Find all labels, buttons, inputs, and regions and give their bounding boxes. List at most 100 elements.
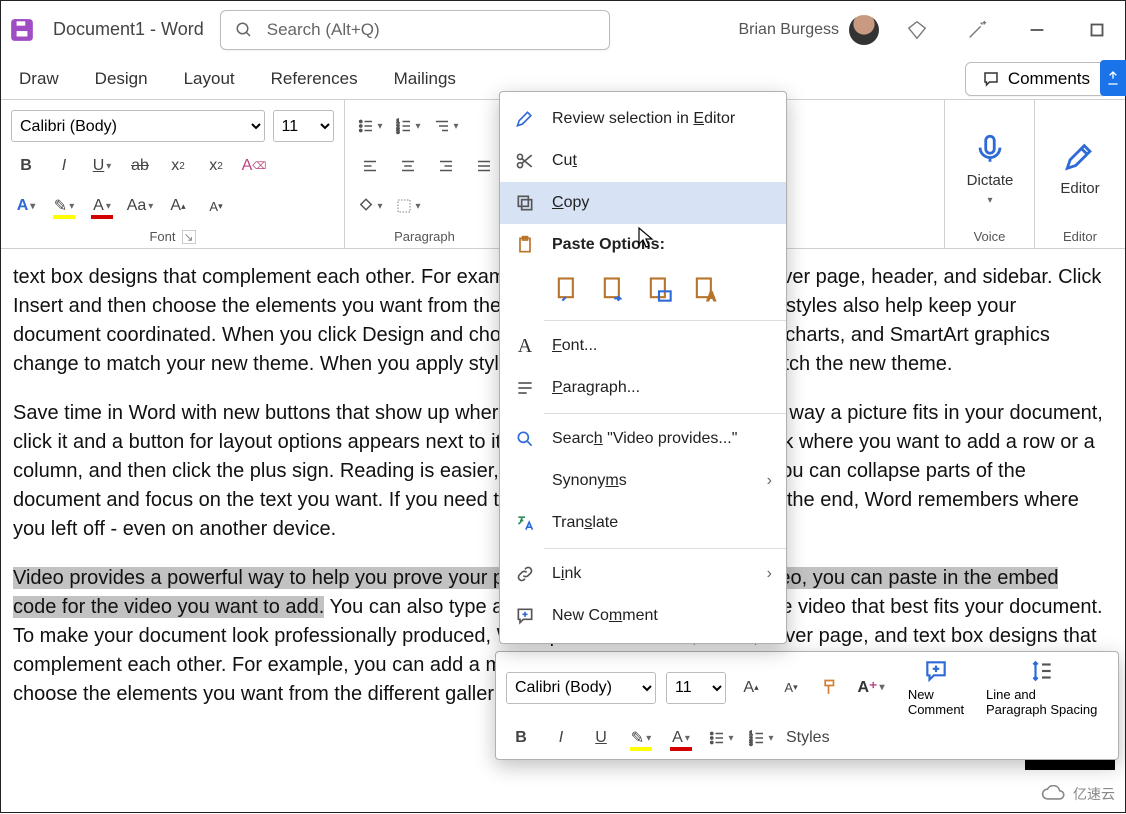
font-size-combo[interactable]: 11 bbox=[273, 110, 334, 142]
mini-format-painter[interactable] bbox=[816, 673, 846, 703]
mini-shrink-font[interactable]: A▾ bbox=[776, 673, 806, 703]
translate-icon bbox=[514, 513, 536, 533]
mini-bullets[interactable]: ▾ bbox=[706, 723, 736, 753]
paste-icon bbox=[514, 235, 536, 255]
paste-keep-source-button[interactable] bbox=[550, 272, 584, 306]
superscript-button[interactable]: x2 bbox=[201, 151, 231, 181]
tab-draw[interactable]: Draw bbox=[19, 69, 59, 89]
save-icon[interactable] bbox=[7, 15, 37, 45]
user-name: Brian Burgess bbox=[739, 21, 840, 39]
mini-line-spacing[interactable]: Line andParagraph Spacing bbox=[986, 658, 1097, 717]
paste-options-row: A bbox=[500, 266, 786, 316]
italic-button[interactable]: I bbox=[49, 151, 79, 181]
subscript-button[interactable]: x2 bbox=[163, 151, 193, 181]
borders-button[interactable]: ▾ bbox=[393, 191, 423, 221]
copy-icon bbox=[514, 193, 536, 213]
share-button[interactable] bbox=[1100, 60, 1126, 96]
text-effects-button[interactable]: A▾ bbox=[11, 191, 41, 221]
cm-copy[interactable]: Copy bbox=[500, 182, 786, 224]
cm-font[interactable]: A Font... bbox=[500, 325, 786, 367]
shading-button[interactable]: ▾ bbox=[355, 191, 385, 221]
search-icon bbox=[514, 429, 536, 449]
cm-new-comment[interactable]: New Comment bbox=[500, 595, 786, 637]
clear-formatting-button[interactable]: A⌫ bbox=[239, 151, 269, 181]
font-color-button[interactable]: A▾ bbox=[87, 191, 117, 221]
font-group: Calibri (Body) 11 B I U▾ ab x2 x2 A⌫ A▾ … bbox=[1, 100, 345, 248]
multilevel-list-button[interactable]: ▾ bbox=[431, 111, 461, 141]
mini-toolbar: Calibri (Body) 11 A▴ A▾ A⁺▾ NewComment L… bbox=[495, 651, 1119, 760]
mini-italic[interactable]: I bbox=[546, 723, 576, 753]
change-case-button[interactable]: Aa▾ bbox=[125, 191, 155, 221]
numbering-button[interactable]: 123▾ bbox=[393, 111, 423, 141]
bold-button[interactable]: B bbox=[11, 151, 41, 181]
cm-paragraph[interactable]: Paragraph... bbox=[500, 367, 786, 409]
cm-translate[interactable]: Translate bbox=[500, 502, 786, 544]
grow-font-button[interactable]: A▴ bbox=[163, 191, 193, 221]
context-menu: Review selection in Editor Cut Copy Past… bbox=[499, 91, 787, 644]
comments-button[interactable]: Comments bbox=[965, 62, 1107, 96]
search-placeholder: Search (Alt+Q) bbox=[267, 20, 380, 40]
paste-text-only-button[interactable]: A bbox=[688, 272, 722, 306]
dictate-button[interactable]: Dictate ▾ bbox=[955, 108, 1025, 229]
paragraph-group-label: Paragraph bbox=[394, 229, 455, 244]
user-account[interactable]: Brian Burgess bbox=[739, 15, 880, 45]
mini-grow-font[interactable]: A▴ bbox=[736, 673, 766, 703]
search-icon bbox=[235, 21, 253, 39]
mini-bold[interactable]: B bbox=[506, 723, 536, 753]
tab-layout[interactable]: Layout bbox=[184, 69, 235, 89]
new-comment-icon bbox=[514, 606, 536, 626]
tab-design[interactable]: Design bbox=[95, 69, 148, 89]
maximize-icon[interactable] bbox=[1075, 19, 1119, 41]
document-title: Document1 - Word bbox=[53, 19, 204, 40]
highlight-button[interactable]: ✎▾ bbox=[49, 191, 79, 221]
tab-references[interactable]: References bbox=[271, 69, 358, 89]
font-dialog-launcher[interactable]: ↘ bbox=[182, 230, 196, 244]
tab-mailings[interactable]: Mailings bbox=[394, 69, 456, 89]
paragraph-group: ▾ 123▾ ▾ ▾ ▾ Paragraph bbox=[345, 100, 505, 248]
bullets-button[interactable]: ▾ bbox=[355, 111, 385, 141]
shrink-font-button[interactable]: A▾ bbox=[201, 191, 231, 221]
mini-numbering[interactable]: 123▾ bbox=[746, 723, 776, 753]
svg-text:3: 3 bbox=[750, 742, 753, 748]
paragraph-icon bbox=[514, 378, 536, 398]
underline-button[interactable]: U▾ bbox=[87, 151, 117, 181]
mini-styles-icon[interactable]: A⁺▾ bbox=[856, 673, 886, 703]
cloud-icon bbox=[1041, 785, 1067, 803]
diamond-icon[interactable] bbox=[895, 19, 939, 41]
pen-icon bbox=[514, 109, 536, 129]
font-group-label: Font bbox=[149, 229, 175, 244]
link-icon bbox=[514, 564, 536, 584]
justify-button[interactable] bbox=[469, 151, 499, 181]
editor-button[interactable]: Editor bbox=[1045, 108, 1115, 229]
cm-search[interactable]: Search "Video provides..." bbox=[500, 418, 786, 460]
strikethrough-button[interactable]: ab bbox=[125, 151, 155, 181]
editor-group-label: Editor bbox=[1063, 229, 1097, 244]
svg-text:3: 3 bbox=[397, 130, 400, 136]
pen-sparkle-icon[interactable] bbox=[955, 19, 999, 41]
mini-underline[interactable]: U bbox=[586, 723, 616, 753]
editor-group: Editor Editor bbox=[1035, 100, 1125, 248]
paste-picture-button[interactable] bbox=[642, 272, 676, 306]
scissors-icon bbox=[514, 151, 536, 171]
mini-font-combo[interactable]: Calibri (Body) bbox=[506, 672, 656, 704]
chevron-right-icon: › bbox=[767, 565, 772, 583]
mini-highlight[interactable]: ✎▾ bbox=[626, 723, 656, 753]
cm-link[interactable]: Link › bbox=[500, 553, 786, 595]
align-right-button[interactable] bbox=[431, 151, 461, 181]
font-name-combo[interactable]: Calibri (Body) bbox=[11, 110, 265, 142]
mini-styles[interactable]: Styles bbox=[786, 723, 830, 753]
cm-cut[interactable]: Cut bbox=[500, 140, 786, 182]
title-bar: Document1 - Word Search (Alt+Q) Brian Bu… bbox=[1, 1, 1125, 59]
align-left-button[interactable] bbox=[355, 151, 385, 181]
cursor-icon bbox=[637, 226, 657, 250]
align-center-button[interactable] bbox=[393, 151, 423, 181]
cm-synonyms[interactable]: Synonyms › bbox=[500, 460, 786, 502]
minimize-icon[interactable] bbox=[1015, 19, 1059, 41]
cm-review-editor[interactable]: Review selection in Editor bbox=[500, 98, 786, 140]
paste-merge-button[interactable] bbox=[596, 272, 630, 306]
mini-font-color[interactable]: A▾ bbox=[666, 723, 696, 753]
svg-text:A: A bbox=[707, 291, 715, 303]
search-box[interactable]: Search (Alt+Q) bbox=[220, 10, 610, 50]
mini-size-combo[interactable]: 11 bbox=[666, 672, 726, 704]
mini-new-comment[interactable]: NewComment bbox=[896, 658, 976, 717]
